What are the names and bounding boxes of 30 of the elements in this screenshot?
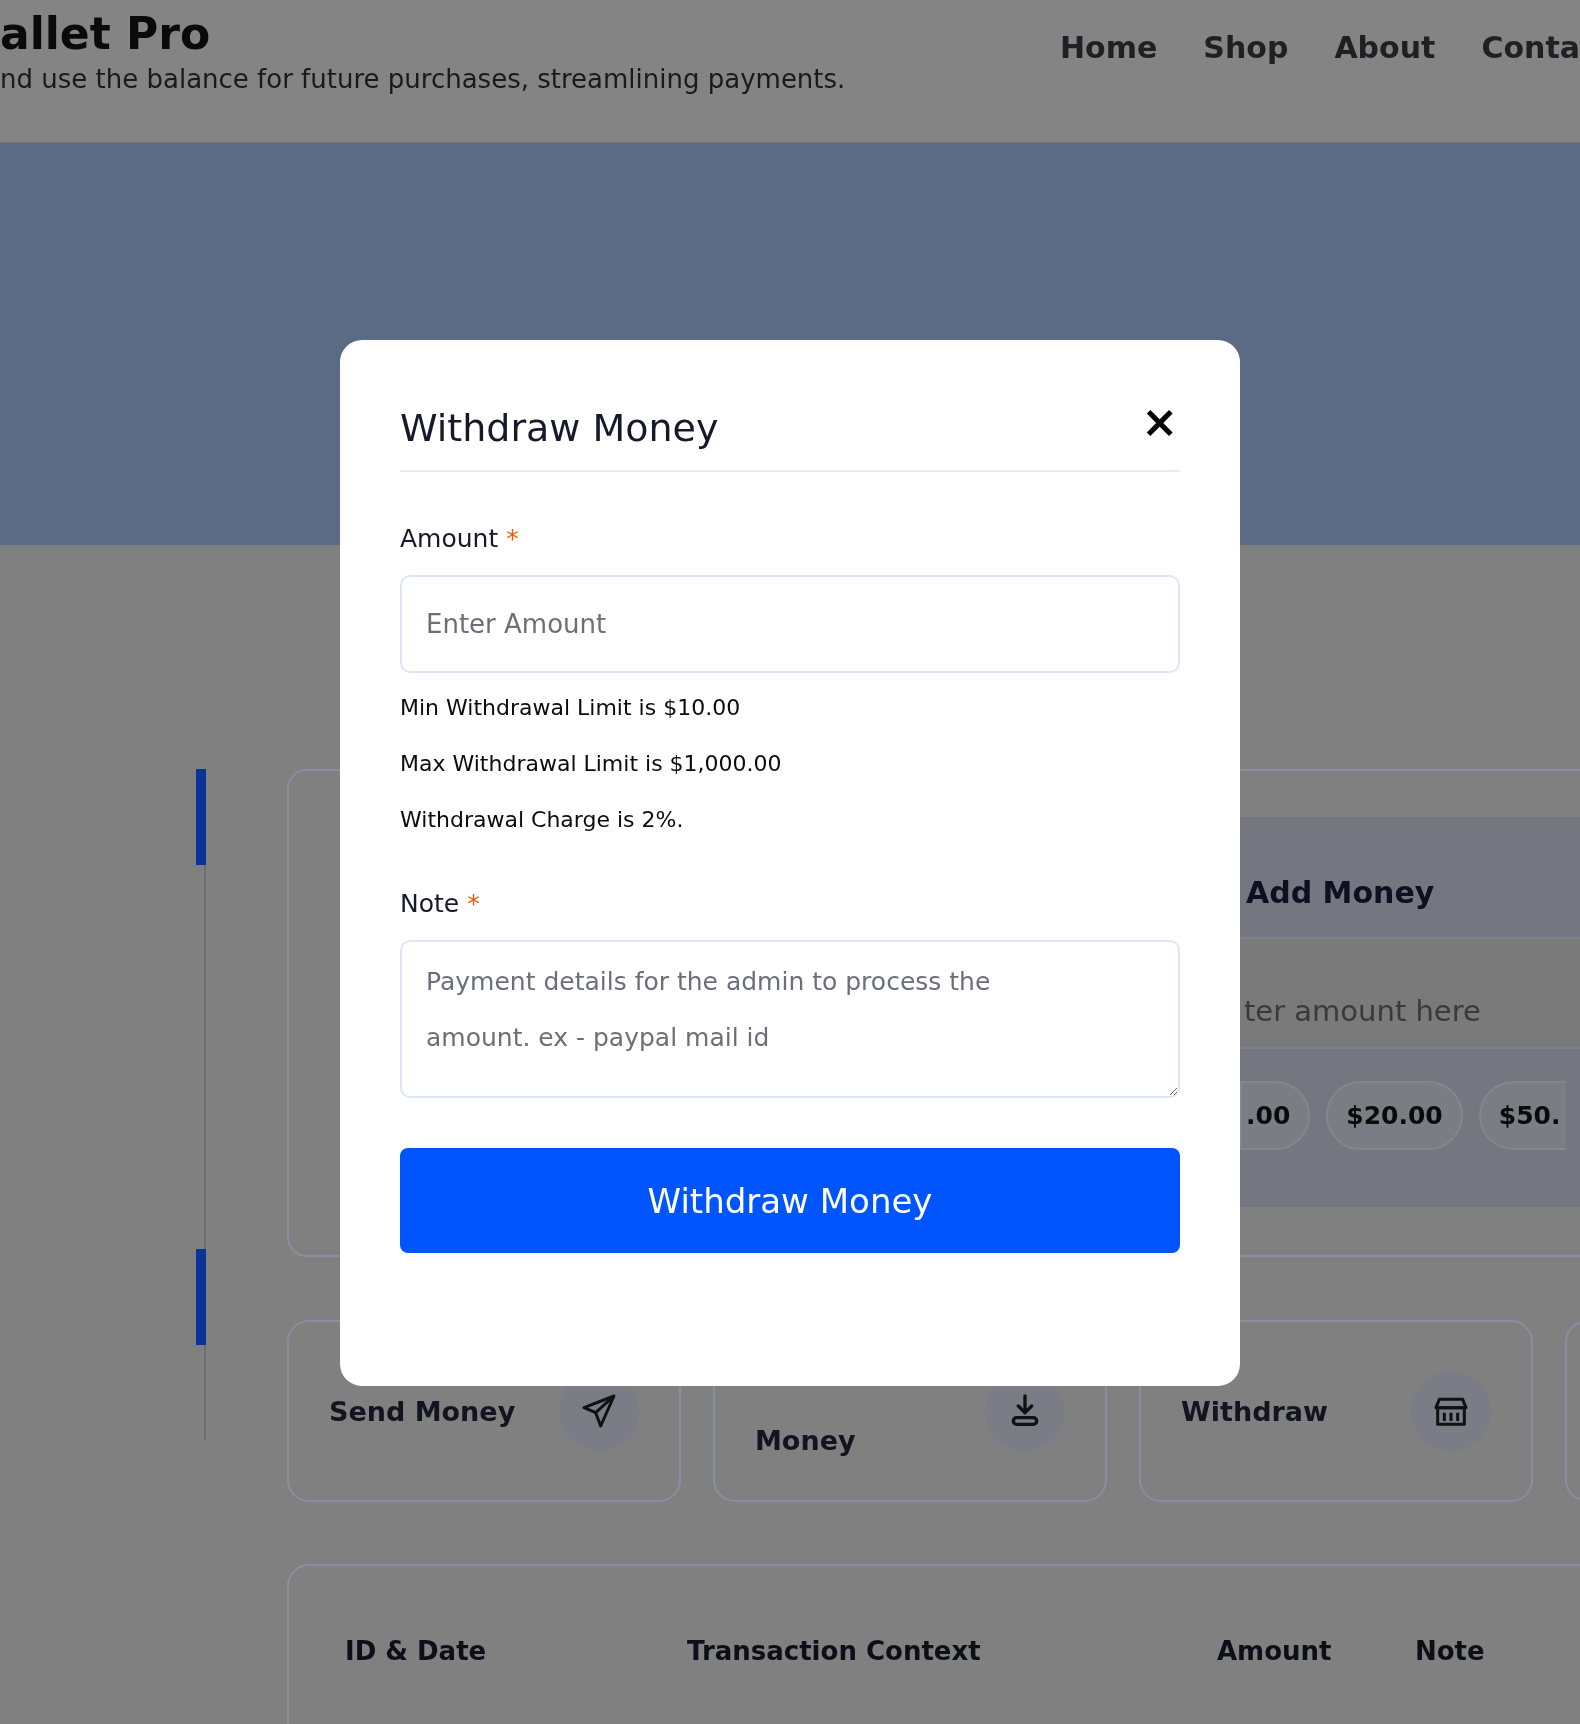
brand-name: allet Pro bbox=[0, 7, 211, 61]
close-button[interactable]: × bbox=[1141, 398, 1178, 446]
nav-link[interactable]: Shop bbox=[1203, 30, 1289, 142]
field-label: Note bbox=[400, 889, 460, 918]
nav-link[interactable]: About bbox=[1334, 30, 1436, 142]
column-header: Amount bbox=[1217, 1636, 1332, 1666]
withdraw-button[interactable]: Withdraw Money bbox=[400, 1148, 1180, 1253]
amount-preset[interactable]: $50. bbox=[1478, 1081, 1567, 1150]
column-header: Transaction Context bbox=[687, 1636, 981, 1666]
limit-text: Max Withdrawal Limit is $1,000.00 bbox=[400, 751, 782, 777]
nav-link[interactable]: Home bbox=[1060, 30, 1158, 142]
column-header: ID & Date bbox=[345, 1636, 487, 1666]
required-mark: * bbox=[506, 524, 519, 553]
panel-title: Add Money bbox=[1246, 875, 1435, 910]
limit-text: Withdrawal Charge is 2%. bbox=[400, 807, 684, 833]
nav-link[interactable]: Conta bbox=[1481, 30, 1580, 142]
action-label: Money bbox=[755, 1424, 856, 1456]
tagline: nd use the balance for future purchases, streamlining payments. bbox=[0, 64, 846, 94]
amount-preset[interactable]: $20.00 bbox=[1326, 1081, 1463, 1150]
required-mark: * bbox=[467, 889, 480, 918]
amount-input[interactable]: ter amount here bbox=[1240, 939, 1580, 1049]
action-label: Send Money bbox=[329, 1395, 516, 1427]
column-header: Note bbox=[1415, 1636, 1485, 1666]
action-label: Withdraw bbox=[1181, 1395, 1328, 1427]
limit-text: Min Withdrawal Limit is $10.00 bbox=[400, 695, 741, 721]
amount-preset[interactable]: .00 bbox=[1240, 1081, 1311, 1150]
note-field[interactable]: Payment details for the admin to process the amount. ex - paypal mail id bbox=[400, 940, 1180, 1098]
amount-field[interactable]: Enter Amount bbox=[400, 575, 1180, 673]
dialog-title: Withdraw Money bbox=[400, 406, 719, 450]
field-label: Amount bbox=[400, 524, 499, 553]
